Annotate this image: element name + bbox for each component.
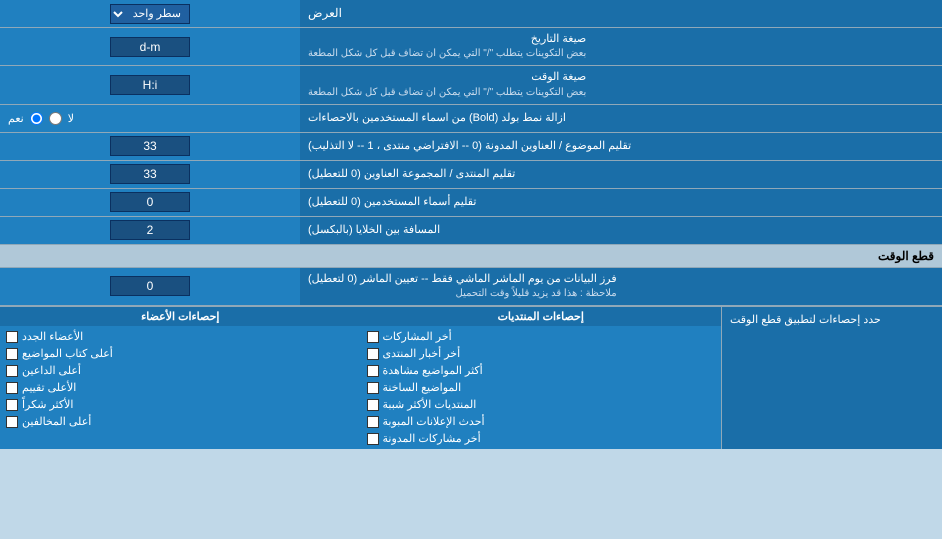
time-format-label: صيغة الوقت بعض التكوينات يتطلب "/" التي …	[300, 66, 942, 103]
main-container: العرض سطر واحد سطرين ثلاثة أسطر صيغة الت…	[0, 0, 942, 449]
user-trim-label: تقليم أسماء المستخدمين (0 للتعطيل)	[300, 189, 942, 216]
display-mode-select[interactable]: سطر واحد سطرين ثلاثة أسطر	[110, 4, 190, 24]
forum-trim-row: تقليم المنتدى / المجموعة العناوين (0 للت…	[0, 161, 942, 189]
gap-input[interactable]	[110, 220, 190, 240]
topic-trim-input[interactable]	[110, 136, 190, 156]
member-stats-col: إحصاءات الأعضاء الأعضاء الجدد أعلى كتاب …	[0, 307, 361, 449]
bold-remove-label: ازالة نمط بولد (Bold) من اسماء المستخدمي…	[300, 105, 942, 132]
header-label: العرض	[300, 0, 942, 27]
checkbox-icon[interactable]	[6, 416, 18, 428]
forum-trim-label: تقليم المنتدى / المجموعة العناوين (0 للت…	[300, 161, 942, 188]
topic-trim-label: تقليم الموضوع / العناوين المدونة (0 -- ا…	[300, 133, 942, 160]
stats-section-label: حدد إحصاءات لتطبيق قطع الوقت	[722, 307, 942, 449]
checkbox-icon[interactable]	[6, 348, 18, 360]
stat-item: أعلى الداعين	[4, 362, 357, 379]
user-trim-input-cell	[0, 189, 300, 216]
forum-stats-items: أخر المشاركات أخر أخبار المنتدى أكثر الم…	[361, 326, 722, 449]
checkbox-icon[interactable]	[6, 331, 18, 343]
time-format-row: صيغة الوقت بعض التكوينات يتطلب "/" التي …	[0, 66, 942, 104]
forum-stats-header: إحصاءات المنتديات	[361, 307, 722, 326]
checkbox-icon[interactable]	[367, 433, 379, 445]
member-stats-items: الأعضاء الجدد أعلى كتاب المواضيع أعلى ال…	[0, 326, 361, 432]
bold-remove-row: ازالة نمط بولد (Bold) من اسماء المستخدمي…	[0, 105, 942, 133]
bold-remove-radio-cell: لا نعم	[0, 105, 300, 132]
radio-no-label: لا	[68, 112, 74, 125]
time-cut-label: فرز البيانات من يوم الماشر الماشي فقط --…	[300, 268, 942, 305]
time-format-input-cell	[0, 66, 300, 103]
stat-item: أعلى كتاب المواضيع	[4, 345, 357, 362]
checkbox-icon[interactable]	[367, 331, 379, 343]
radio-yes[interactable]	[30, 112, 43, 125]
radio-yes-label: نعم	[8, 112, 24, 125]
topic-trim-input-cell	[0, 133, 300, 160]
stat-item: أخر المشاركات	[365, 328, 718, 345]
user-trim-input[interactable]	[110, 192, 190, 212]
header-dropdown-cell: سطر واحد سطرين ثلاثة أسطر	[0, 0, 300, 27]
time-format-input[interactable]	[110, 75, 190, 95]
time-section-header: قطع الوقت	[0, 245, 942, 268]
stat-item: أحدث الإعلانات المبوبة	[365, 413, 718, 430]
checkbox-icon[interactable]	[367, 416, 379, 428]
time-cut-row: فرز البيانات من يوم الماشر الماشي فقط --…	[0, 268, 942, 306]
header-row: العرض سطر واحد سطرين ثلاثة أسطر	[0, 0, 942, 28]
time-cut-input[interactable]	[110, 276, 190, 296]
stats-columns: إحصاءات المنتديات أخر المشاركات أخر أخبا…	[0, 307, 722, 449]
date-format-label: صيغة التاريخ بعض التكوينات يتطلب "/" الت…	[300, 28, 942, 65]
date-format-input[interactable]	[110, 37, 190, 57]
checkbox-icon[interactable]	[367, 382, 379, 394]
topic-trim-row: تقليم الموضوع / العناوين المدونة (0 -- ا…	[0, 133, 942, 161]
forum-stats-col: إحصاءات المنتديات أخر المشاركات أخر أخبا…	[361, 307, 723, 449]
user-trim-row: تقليم أسماء المستخدمين (0 للتعطيل)	[0, 189, 942, 217]
checkbox-icon[interactable]	[6, 382, 18, 394]
date-format-row: صيغة التاريخ بعض التكوينات يتطلب "/" الت…	[0, 28, 942, 66]
date-format-input-cell	[0, 28, 300, 65]
checkbox-icon[interactable]	[367, 348, 379, 360]
stats-area: حدد إحصاءات لتطبيق قطع الوقت إحصاءات الم…	[0, 306, 942, 449]
checkbox-icon[interactable]	[367, 365, 379, 377]
stat-item: الأعلى تقييم	[4, 379, 357, 396]
forum-trim-input-cell	[0, 161, 300, 188]
stat-item: أكثر المواضيع مشاهدة	[365, 362, 718, 379]
radio-no[interactable]	[49, 112, 62, 125]
stat-item: المنتديات الأكثر شببة	[365, 396, 718, 413]
checkbox-icon[interactable]	[367, 399, 379, 411]
forum-trim-input[interactable]	[110, 164, 190, 184]
checkbox-icon[interactable]	[6, 399, 18, 411]
member-stats-header: إحصاءات الأعضاء	[0, 307, 361, 326]
gap-label: المسافة بين الخلايا (بالبكسل)	[300, 217, 942, 244]
stats-columns-area: إحصاءات المنتديات أخر المشاركات أخر أخبا…	[0, 307, 722, 449]
stat-item: المواضيع الساخنة	[365, 379, 718, 396]
time-cut-input-cell	[0, 268, 300, 305]
gap-input-cell	[0, 217, 300, 244]
stat-item: الأكثر شكراً	[4, 396, 357, 413]
gap-row: المسافة بين الخلايا (بالبكسل)	[0, 217, 942, 245]
stat-item: أخر أخبار المنتدى	[365, 345, 718, 362]
stat-item: أخر مشاركات المدونة	[365, 430, 718, 447]
stat-item: أعلى المخالفين	[4, 413, 357, 430]
checkbox-icon[interactable]	[6, 365, 18, 377]
stat-item: الأعضاء الجدد	[4, 328, 357, 345]
